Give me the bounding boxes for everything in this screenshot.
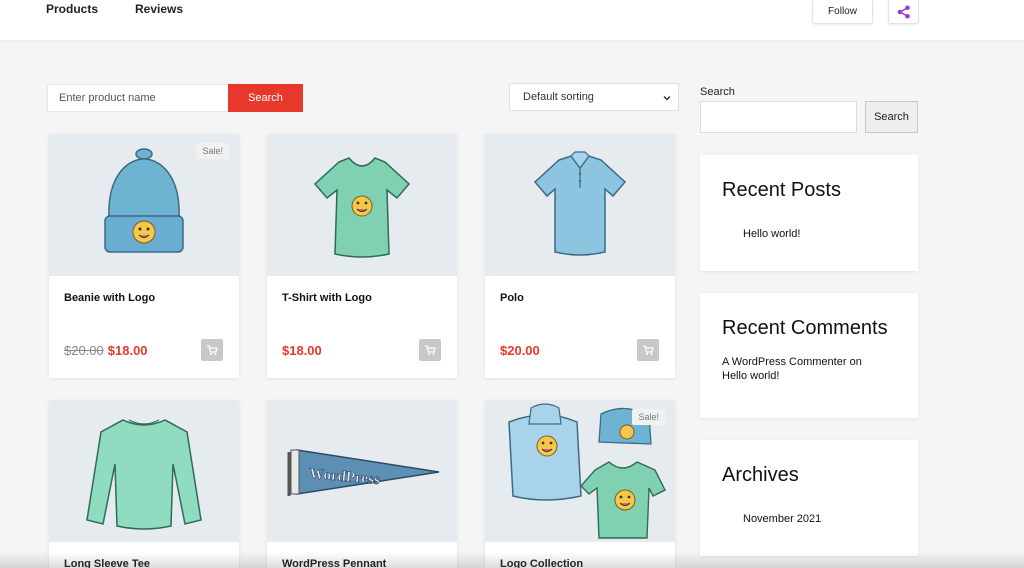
recent-post-link[interactable]: Hello world! [743,228,800,240]
follow-button[interactable]: Follow [812,0,873,24]
recent-comments-widget: Recent Comments A WordPress Commenter on… [700,293,918,418]
product-name[interactable]: Long Sleeve Tee [64,558,150,568]
product-card-beanie[interactable]: Sale! Beanie with Logo $20.00 $18.00 [49,134,239,378]
pennant-image: WordPress [287,449,440,496]
nav-reviews[interactable]: Reviews [135,2,183,16]
sidebar-search-button[interactable]: Search [865,101,918,133]
sorting-select[interactable]: Default sorting [509,83,679,111]
product-card-logo-collection[interactable]: Sale! Logo Collection [485,400,675,568]
chevron-down-icon [663,96,671,101]
product-old-price: $20.00 [64,343,104,358]
product-name[interactable]: WordPress Pennant [282,558,386,568]
cart-icon [207,345,218,355]
product-image-polo[interactable] [485,134,675,276]
comment-post-link[interactable]: Hello world! [722,370,779,382]
product-search-input[interactable] [47,84,229,112]
recent-comments-title: Recent Comments [722,317,888,339]
product-name[interactable]: Logo Collection [500,558,583,568]
product-image-pennant[interactable]: WordPress [267,400,457,542]
tshirt-image [313,157,411,258]
cart-icon [425,345,436,355]
product-image-beanie[interactable]: Sale! [49,134,239,276]
sale-badge: Sale! [196,143,229,159]
archives-title: Archives [722,464,799,486]
long-sleeve-tee-image [86,419,202,530]
nav-products[interactable]: Products [46,2,98,16]
product-price: $20.00 [500,343,540,358]
product-card-long-sleeve-tee[interactable]: Long Sleeve Tee [49,400,239,568]
recent-posts-title: Recent Posts [722,179,841,201]
archive-link[interactable]: November 2021 [743,513,821,525]
product-name[interactable]: Polo [500,292,524,304]
product-image-long-sleeve-tee[interactable] [49,400,239,542]
sidebar-search-input[interactable] [700,101,857,133]
share-button[interactable] [888,0,919,24]
cart-icon [643,345,654,355]
product-image-tshirt[interactable] [267,134,457,276]
product-image-logo-collection[interactable]: Sale! [485,400,675,542]
product-price: $18.00 [282,343,322,358]
add-to-cart-button[interactable] [637,339,659,361]
top-bar: Products Reviews Follow [0,0,1024,40]
recent-posts-widget: Recent Posts Hello world! [700,155,918,271]
add-to-cart-button[interactable] [201,339,223,361]
archives-widget: Archives November 2021 [700,440,918,556]
add-to-cart-button[interactable] [419,339,441,361]
product-search-button[interactable]: Search [228,84,303,112]
share-icon [897,5,910,18]
sale-badge: Sale! [632,409,665,425]
product-card-tshirt[interactable]: T-Shirt with Logo $18.00 [267,134,457,378]
comment-author-link[interactable]: A WordPress Commenter [722,356,847,368]
recent-comment-item: A WordPress Commenter on Hello world! [722,355,862,383]
product-card-polo[interactable]: Polo $20.00 [485,134,675,378]
polo-image [533,151,627,256]
product-price: $20.00 $18.00 [64,343,148,358]
product-name[interactable]: T-Shirt with Logo [282,292,372,304]
sidebar-search-label: Search [700,86,735,98]
product-sale-price: $18.00 [107,343,148,358]
sorting-value: Default sorting [523,91,594,103]
product-card-pennant[interactable]: WordPress WordPress Pennant [267,400,457,568]
comment-on-text: on [849,356,862,368]
product-name[interactable]: Beanie with Logo [64,292,155,304]
